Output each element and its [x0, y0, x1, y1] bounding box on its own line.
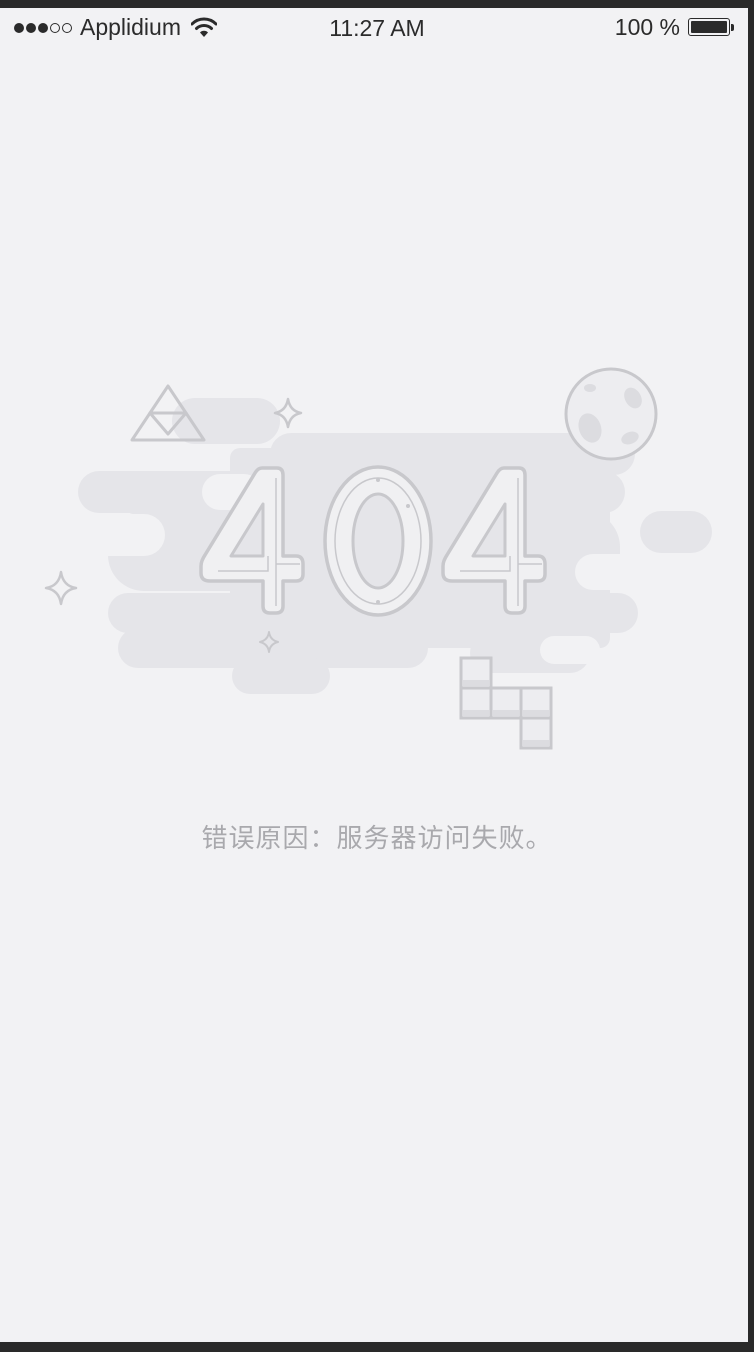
sparkle-icon: [44, 570, 78, 606]
app-screen: Applidium 11:27 AM 100 % 错误原因：服务器访问失败。: [0, 8, 748, 1342]
moon-icon: [564, 367, 658, 461]
404-digit-zero: [323, 465, 433, 617]
404-illustration: [20, 367, 712, 750]
error-message: 错误原因：服务器访问失败。: [201, 823, 553, 853]
